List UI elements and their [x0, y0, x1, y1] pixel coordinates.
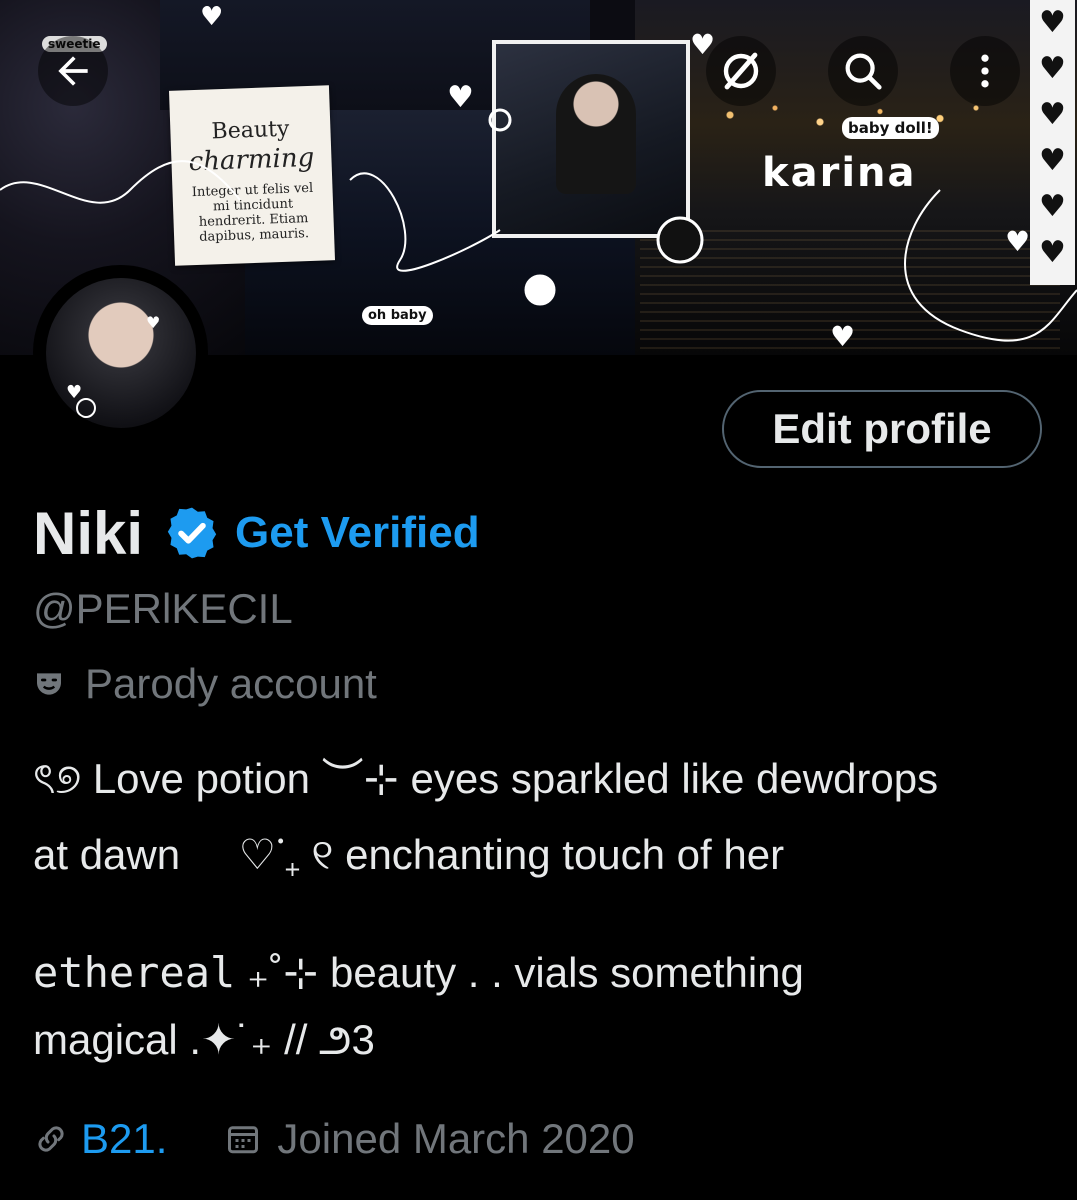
name-row: Niki Get Verified: [33, 497, 480, 569]
joined-date: Joined March 2020: [277, 1115, 635, 1162]
get-verified-link[interactable]: Get Verified: [235, 508, 480, 558]
profile-avatar[interactable]: ♥ ♥: [33, 265, 208, 440]
more-options-button[interactable]: [950, 36, 1020, 106]
bio-line-3: ethereal ₊˚⊹ beauty . . vials something: [33, 948, 804, 997]
arrow-left-icon: [58, 56, 88, 86]
slash-circle-icon: [723, 52, 759, 90]
svg-text:♥: ♥: [66, 382, 82, 403]
bio-ethereal-word: ethereal: [33, 948, 236, 997]
bio-line-4: magical .✦˙₊ // ౨3: [33, 1016, 375, 1063]
display-name: Niki: [33, 499, 144, 567]
grok-button[interactable]: [706, 36, 776, 106]
svg-text:♥: ♥: [146, 313, 160, 332]
parody-account-label: Parody account: [33, 660, 377, 708]
link-icon: [38, 1126, 64, 1152]
back-button[interactable]: [38, 36, 108, 106]
bio-line-2: at dawn ♡ᣟ₊ ୧ enchanting touch of her: [33, 831, 785, 878]
edit-profile-button[interactable]: Edit profile: [722, 390, 1042, 468]
profile-website-link[interactable]: B21.: [81, 1115, 167, 1163]
bio-line-1: ৎ୭ Love potion ︶⊹ eyes sparkled like dew…: [33, 755, 939, 802]
verified-badge-icon[interactable]: [163, 504, 221, 562]
search-button[interactable]: [828, 36, 898, 106]
user-handle: @PERlKECIL: [33, 585, 293, 632]
theater-mask-icon: [37, 673, 61, 695]
more-vertical-icon: [981, 54, 989, 88]
profile-meta-row: B21. Joined March 2020: [33, 1115, 635, 1163]
parody-text: Parody account: [85, 660, 377, 707]
avatar-image: ♥ ♥: [45, 277, 196, 428]
profile-page: Beauty charming Integer ut felis vel mi …: [0, 0, 1077, 1200]
search-icon: [845, 53, 882, 90]
avatar-doodles: ♥ ♥: [66, 313, 160, 418]
calendar-icon: [228, 1126, 259, 1154]
bio-line-3-rest: ₊˚⊹ beauty . . vials something: [235, 949, 804, 996]
